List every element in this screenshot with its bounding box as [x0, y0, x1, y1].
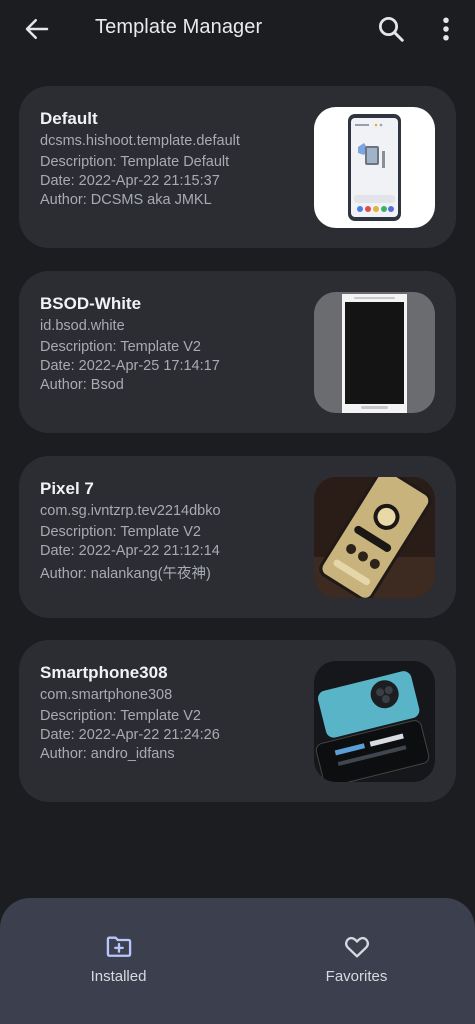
- nav-item-installed[interactable]: Installed: [0, 898, 237, 1024]
- template-date: Date: 2022-Apr-25 17:14:17: [40, 358, 220, 374]
- template-date: Date: 2022-Apr-22 21:12:14: [40, 543, 220, 559]
- template-date: Date: 2022-Apr-22 21:24:26: [40, 727, 220, 743]
- template-author: Author: Bsod: [40, 377, 124, 393]
- template-author: Author: andro_idfans: [40, 746, 175, 762]
- nav-item-favorites[interactable]: Favorites: [238, 898, 475, 1024]
- more-vertical-icon[interactable]: [436, 14, 456, 44]
- template-author: Author: DCSMS aka JMKL: [40, 192, 212, 208]
- search-icon[interactable]: [376, 14, 406, 44]
- bottom-navigation: Installed Favorites: [0, 898, 475, 1024]
- template-package: com.smartphone308: [40, 687, 173, 703]
- template-author: Author: nalankang(午夜神): [40, 566, 211, 582]
- template-preview-bsod-white: [314, 292, 435, 413]
- nav-label-installed: Installed: [90, 968, 147, 985]
- template-name: Smartphone308: [40, 663, 168, 682]
- template-description: Description: Template V2: [40, 339, 201, 355]
- template-name: BSOD-White: [40, 294, 142, 313]
- folder-add-icon: [106, 936, 132, 957]
- template-name: Pixel 7: [40, 479, 94, 498]
- template-package: com.sg.ivntzrp.tev2214dbko: [40, 503, 221, 519]
- template-description: Description: Template V2: [40, 708, 201, 724]
- template-card-pixel-7[interactable]: Pixel 7 com.sg.ivntzrp.tev2214dbko Descr…: [19, 456, 456, 618]
- template-package: id.bsod.white: [40, 318, 125, 334]
- template-preview-pixel-7: [314, 477, 435, 598]
- template-description: Description: Template V2: [40, 524, 201, 540]
- template-preview-default: [314, 107, 435, 228]
- template-description: Description: Template Default: [40, 154, 230, 170]
- nav-label-favorites: Favorites: [325, 968, 388, 985]
- template-card-default[interactable]: Default dcsms.hishoot.template.default D…: [19, 86, 456, 248]
- template-package: dcsms.hishoot.template.default: [40, 133, 240, 149]
- arrow-back-icon[interactable]: [22, 14, 52, 44]
- template-card-bsod-white[interactable]: BSOD-White id.bsod.white Description: Te…: [19, 271, 456, 433]
- page-title: Template Manager: [95, 16, 263, 38]
- template-preview-smartphone308: [314, 661, 435, 782]
- template-date: Date: 2022-Apr-22 21:15:37: [40, 173, 220, 189]
- template-name: Default: [40, 109, 98, 128]
- top-app-bar: Template Manager: [0, 0, 475, 56]
- heart-outline-icon: [344, 936, 370, 958]
- template-card-smartphone308[interactable]: Smartphone308 com.smartphone308 Descript…: [19, 640, 456, 802]
